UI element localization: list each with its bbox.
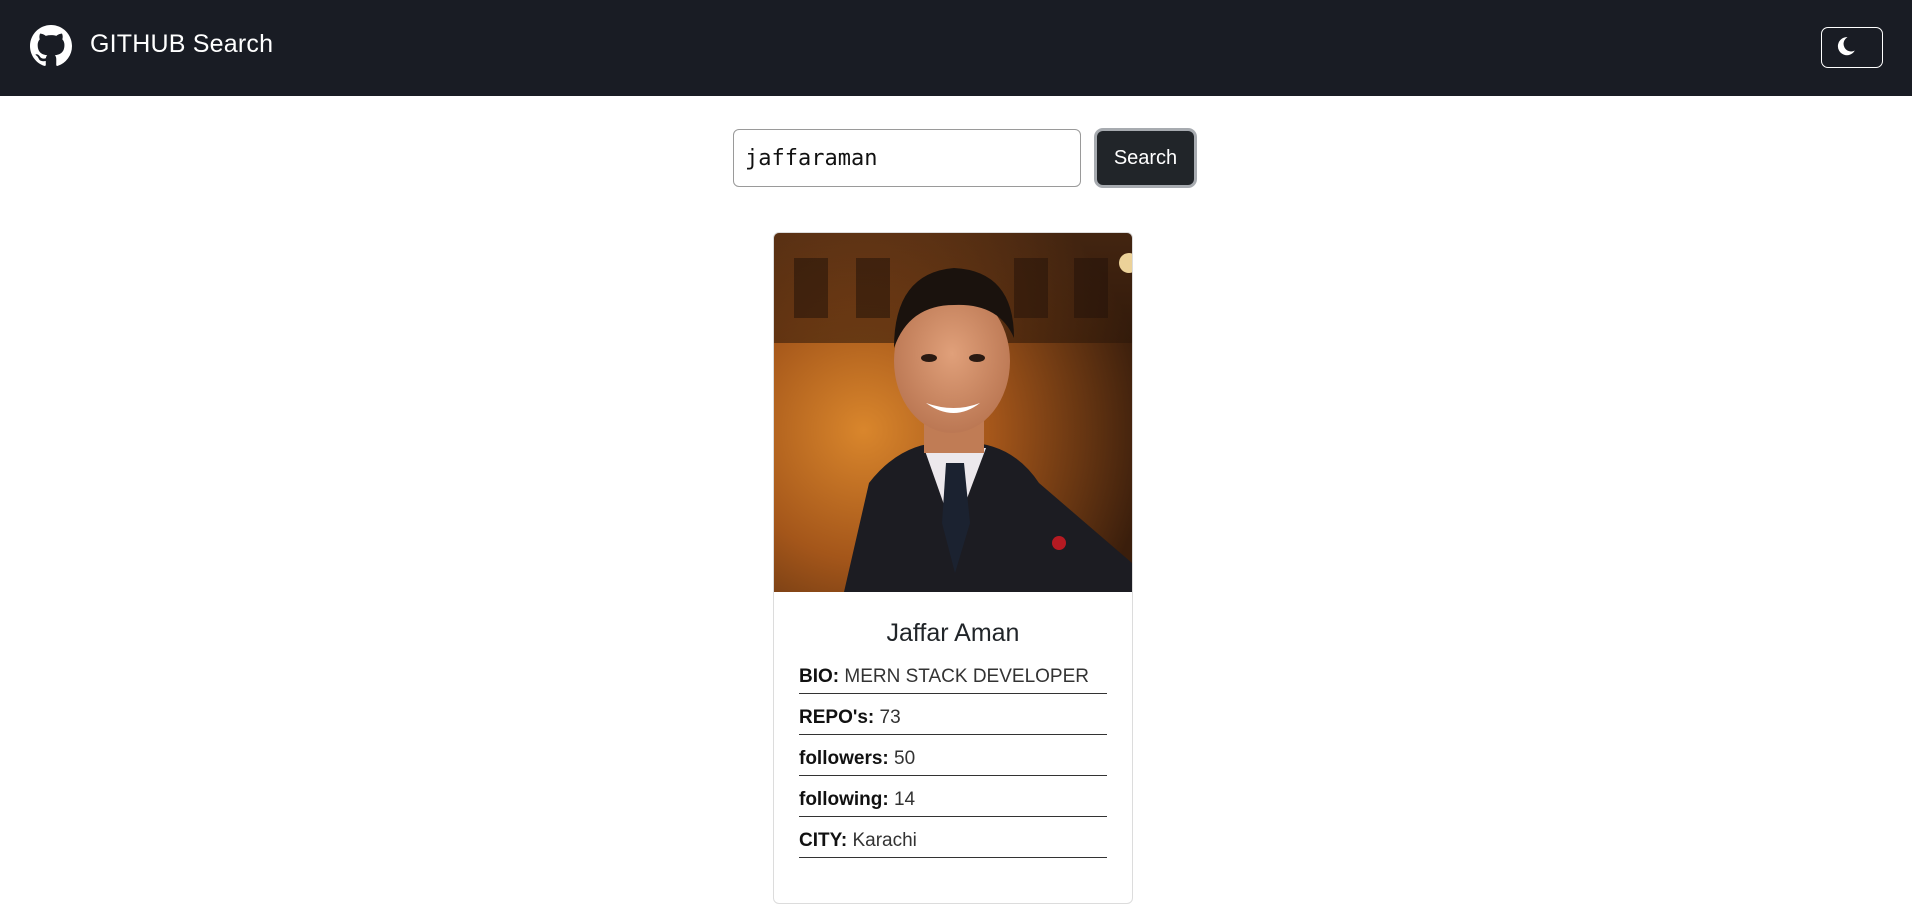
following-label: following: <box>799 789 889 810</box>
following-row: following: 14 <box>799 787 1107 817</box>
bio-row: BIO: MERN STACK DEVELOPER <box>799 664 1107 694</box>
github-icon[interactable] <box>30 25 72 67</box>
repos-value: 73 <box>879 707 901 728</box>
search-button[interactable]: Search <box>1097 131 1194 185</box>
profile-card: Jaffar Aman BIO: MERN STACK DEVELOPER RE… <box>773 232 1133 904</box>
theme-toggle-button[interactable] <box>1821 27 1883 68</box>
bio-label: BIO: <box>799 666 840 687</box>
repos-row: REPO's: 73 <box>799 705 1107 735</box>
profile-name: Jaffar Aman <box>886 619 1020 647</box>
following-value: 14 <box>893 789 916 810</box>
repos-label: REPO's: <box>799 707 875 728</box>
bio-value: MERN STACK DEVELOPER <box>844 666 1089 687</box>
navbar: GITHUB Search <box>0 0 1912 96</box>
moon-icon <box>1836 36 1856 59</box>
city-value: Karachi <box>852 830 917 851</box>
followers-row: followers: 50 <box>799 746 1107 776</box>
followers-label: followers: <box>799 748 889 769</box>
followers-value: 50 <box>894 748 916 769</box>
search-input[interactable] <box>733 129 1081 187</box>
avatar <box>774 233 1132 592</box>
app-title[interactable]: GITHUB Search <box>90 29 273 59</box>
city-label: CITY: <box>799 830 848 851</box>
city-row: CITY: Karachi <box>799 828 1107 858</box>
